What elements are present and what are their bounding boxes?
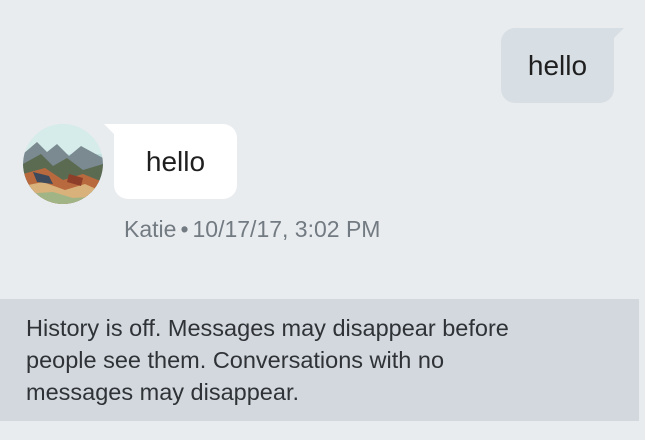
history-off-notice: History is off. Messages may disappear b… bbox=[0, 299, 639, 421]
outgoing-message-bubble[interactable]: hello bbox=[501, 28, 624, 103]
sender-avatar[interactable] bbox=[23, 124, 103, 204]
landscape-avatar-icon bbox=[23, 124, 103, 204]
message-timestamp: 10/17/17, 3:02 PM bbox=[192, 216, 381, 242]
history-notice-line: messages may disappear. bbox=[26, 379, 300, 405]
window-edge bbox=[639, 0, 645, 440]
history-notice-line: people see them. Conversations with no bbox=[26, 347, 445, 373]
incoming-message-bubble[interactable]: hello bbox=[104, 124, 237, 199]
sender-name: Katie bbox=[124, 216, 177, 242]
message-meta: Katie • 10/17/17, 3:02 PM bbox=[124, 216, 380, 243]
conversation-view: hello hello Katie • 10/17/17, 3:02 PM Hist… bbox=[0, 0, 645, 440]
meta-separator: • bbox=[180, 216, 189, 242]
history-notice-line: History is off. Messages may disappear b… bbox=[26, 315, 509, 341]
